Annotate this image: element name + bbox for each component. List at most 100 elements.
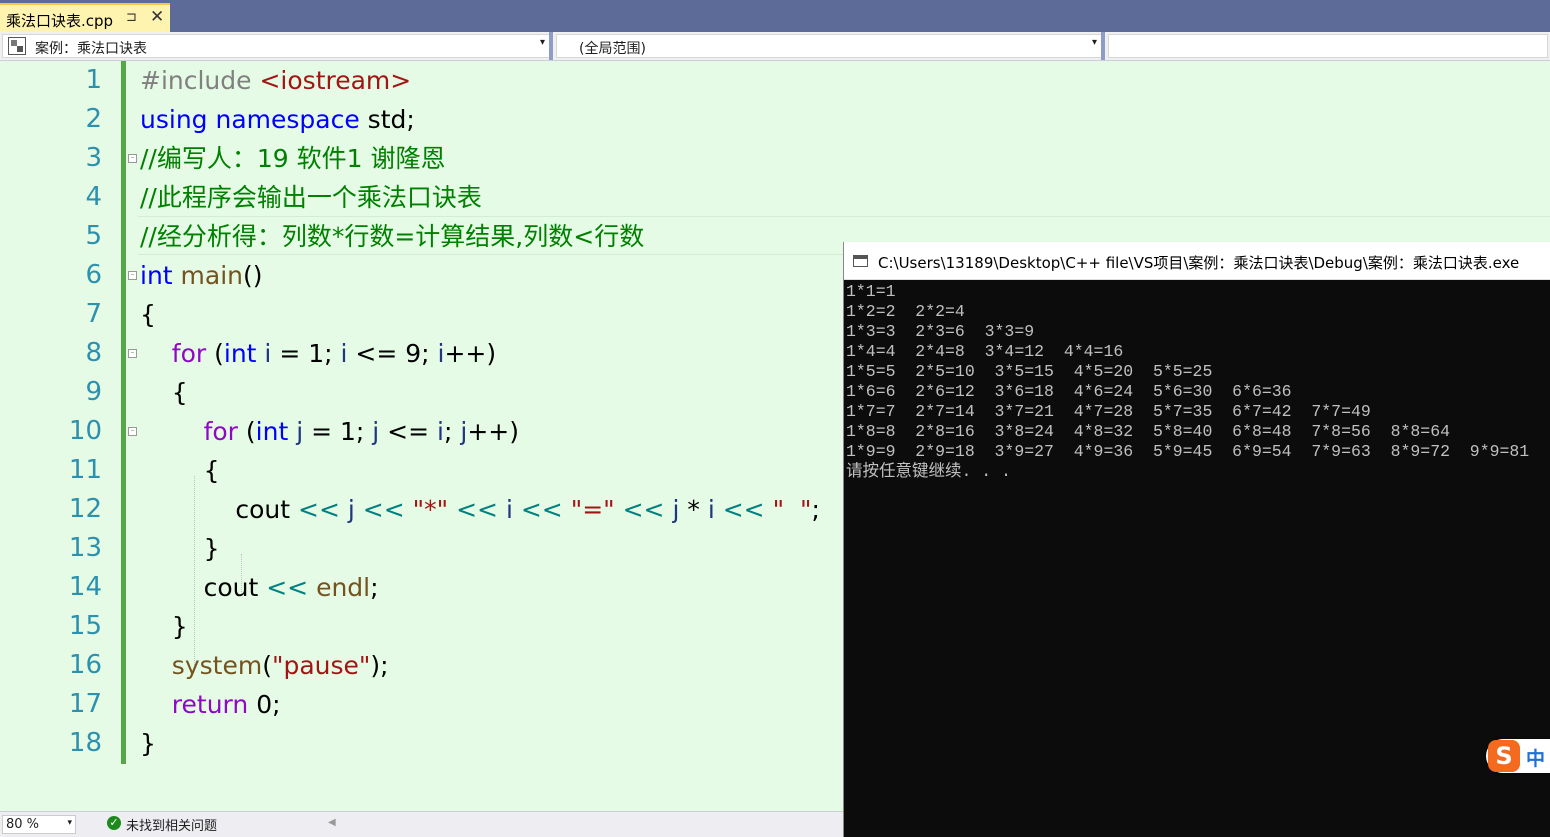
scroll-left-icon[interactable]: ◀ [328, 817, 336, 828]
code-token: ++) [444, 339, 497, 368]
code-line[interactable]: } [140, 529, 220, 568]
issues-status[interactable]: 未找到相关问题 [126, 815, 217, 834]
line-number: 10 [68, 416, 102, 446]
code-line[interactable]: system("pause"); [140, 646, 389, 685]
code-line[interactable]: { [140, 295, 156, 334]
line-number: 1 [85, 65, 102, 95]
fold-toggle[interactable]: ⁻ [128, 427, 137, 436]
code-token: <iostream> [259, 66, 412, 95]
code-token: " " [772, 495, 812, 524]
code-token: endl [316, 573, 371, 602]
line-number: 2 [85, 104, 102, 134]
code-token: << [298, 495, 340, 524]
code-token: int [255, 417, 289, 446]
line-number: 14 [68, 572, 102, 602]
code-token: ( [206, 339, 224, 368]
pin-icon[interactable]: ⊐ [126, 10, 137, 25]
scope-dropdown[interactable]: (全局范围) ▾ [556, 34, 1102, 58]
fold-toggle[interactable]: ⁻ [128, 349, 137, 358]
code-line[interactable]: { [140, 451, 220, 490]
tab-title: 乘法口诀表.cpp [6, 12, 114, 30]
code-token: cout [140, 573, 267, 602]
code-token: ++) [467, 417, 519, 446]
line-number: 17 [68, 689, 102, 719]
code-token: { [140, 378, 188, 407]
line-number: 4 [85, 182, 102, 212]
project-label: 案例：乘法口诀表 [35, 41, 147, 57]
code-token: "*" [412, 495, 449, 524]
code-token: //经分析得：列数*行数=计算结果,列数<行数 [140, 222, 645, 251]
chevron-down-icon: ▾ [67, 818, 72, 828]
project-icon [8, 37, 26, 55]
close-tab-icon[interactable]: ✕ [150, 7, 164, 27]
code-token: << [266, 573, 309, 602]
line-number: 13 [68, 533, 102, 563]
code-line[interactable]: } [140, 724, 156, 763]
check-circle-icon[interactable]: ✓ [107, 816, 121, 830]
code-line[interactable]: for (int j = 1; j <= i; j++) [140, 412, 519, 451]
line-number: 16 [68, 650, 102, 680]
line-number: 7 [85, 299, 102, 329]
code-token: << [722, 495, 765, 524]
change-tracking-bar [121, 61, 126, 764]
chevron-down-icon: ▾ [1091, 37, 1097, 48]
code-line[interactable]: } [140, 607, 188, 646]
code-token: { [140, 300, 156, 329]
navigation-bar: 案例：乘法口诀表 ▾ (全局范围) ▾ [0, 32, 1550, 61]
document-tab[interactable]: 乘法口诀表.cpp ⊐ ✕ [0, 3, 170, 32]
code-token: ( [237, 417, 256, 446]
code-token: system [171, 651, 263, 680]
code-line[interactable]: cout << j << "*" << i << "=" << j * i <<… [140, 490, 820, 529]
project-dropdown[interactable]: 案例：乘法口诀表 ▾ [2, 34, 550, 58]
chevron-down-icon: ▾ [539, 37, 545, 48]
code-line[interactable]: //经分析得：列数*行数=计算结果,列数<行数 [140, 217, 644, 256]
sogou-ime-icon: S [1488, 740, 1520, 772]
console-titlebar[interactable]: C:\Users\13189\Desktop\C++ file\VS项目\案例：… [844, 242, 1550, 280]
code-token: cout [140, 495, 298, 524]
line-number: 6 [85, 260, 102, 290]
line-number: 15 [68, 611, 102, 641]
line-number: 3 [85, 143, 102, 173]
code-line[interactable]: //编写人：19 软件1 谢隆恩 [140, 139, 445, 178]
console-app-icon [853, 255, 868, 267]
nav-separator [1101, 32, 1105, 60]
zoom-level: 80 % [6, 817, 40, 832]
code-line[interactable]: return 0; [140, 685, 281, 724]
code-token: j [347, 495, 355, 524]
console-line: 1*9=9 2*9=18 3*9=27 4*9=36 5*9=45 6*9=54… [846, 442, 1530, 461]
fold-toggle[interactable]: ⁻ [128, 154, 137, 163]
code-token: i [707, 495, 715, 524]
code-line[interactable]: { [140, 373, 188, 412]
console-line: 1*2=2 2*2=4 [846, 302, 965, 321]
console-output: 1*1=1 1*2=2 2*2=4 1*3=3 2*3=6 3*3=9 1*4=4 2… [846, 282, 1529, 482]
ime-indicator[interactable]: S 中 [1486, 739, 1550, 773]
code-token: ; [811, 495, 820, 524]
code-token: } [140, 534, 220, 563]
code-token: int [223, 339, 257, 368]
code-token: << [622, 495, 665, 524]
code-line[interactable]: for (int i = 1; i <= 9; i++) [140, 334, 496, 373]
console-window[interactable]: C:\Users\13189\Desktop\C++ file\VS项目\案例：… [843, 242, 1550, 837]
code-line[interactable]: //此程序会输出一个乘法口诀表 [140, 178, 482, 217]
fold-toggle[interactable]: ⁻ [128, 271, 137, 280]
console-line: 1*4=4 2*4=8 3*4=12 4*4=16 [846, 342, 1124, 361]
line-number: 5 [85, 221, 102, 251]
code-token: * [679, 495, 708, 524]
console-line: 1*7=7 2*7=14 3*7=21 4*7=28 5*7=35 6*7=42… [846, 402, 1371, 421]
member-dropdown[interactable] [1108, 34, 1548, 58]
code-token: using [140, 105, 208, 134]
code-line[interactable]: cout << endl; [140, 568, 379, 607]
code-line[interactable]: int main() [140, 256, 263, 295]
code-line[interactable]: #include <iostream> [140, 61, 411, 100]
code-token: main [180, 261, 244, 290]
code-token: <= 9; [347, 339, 438, 368]
code-token: } [140, 612, 188, 641]
code-line[interactable]: using namespace std; [140, 100, 415, 139]
zoom-dropdown[interactable]: 80 % ▾ [2, 815, 76, 834]
line-number: 11 [68, 455, 102, 485]
